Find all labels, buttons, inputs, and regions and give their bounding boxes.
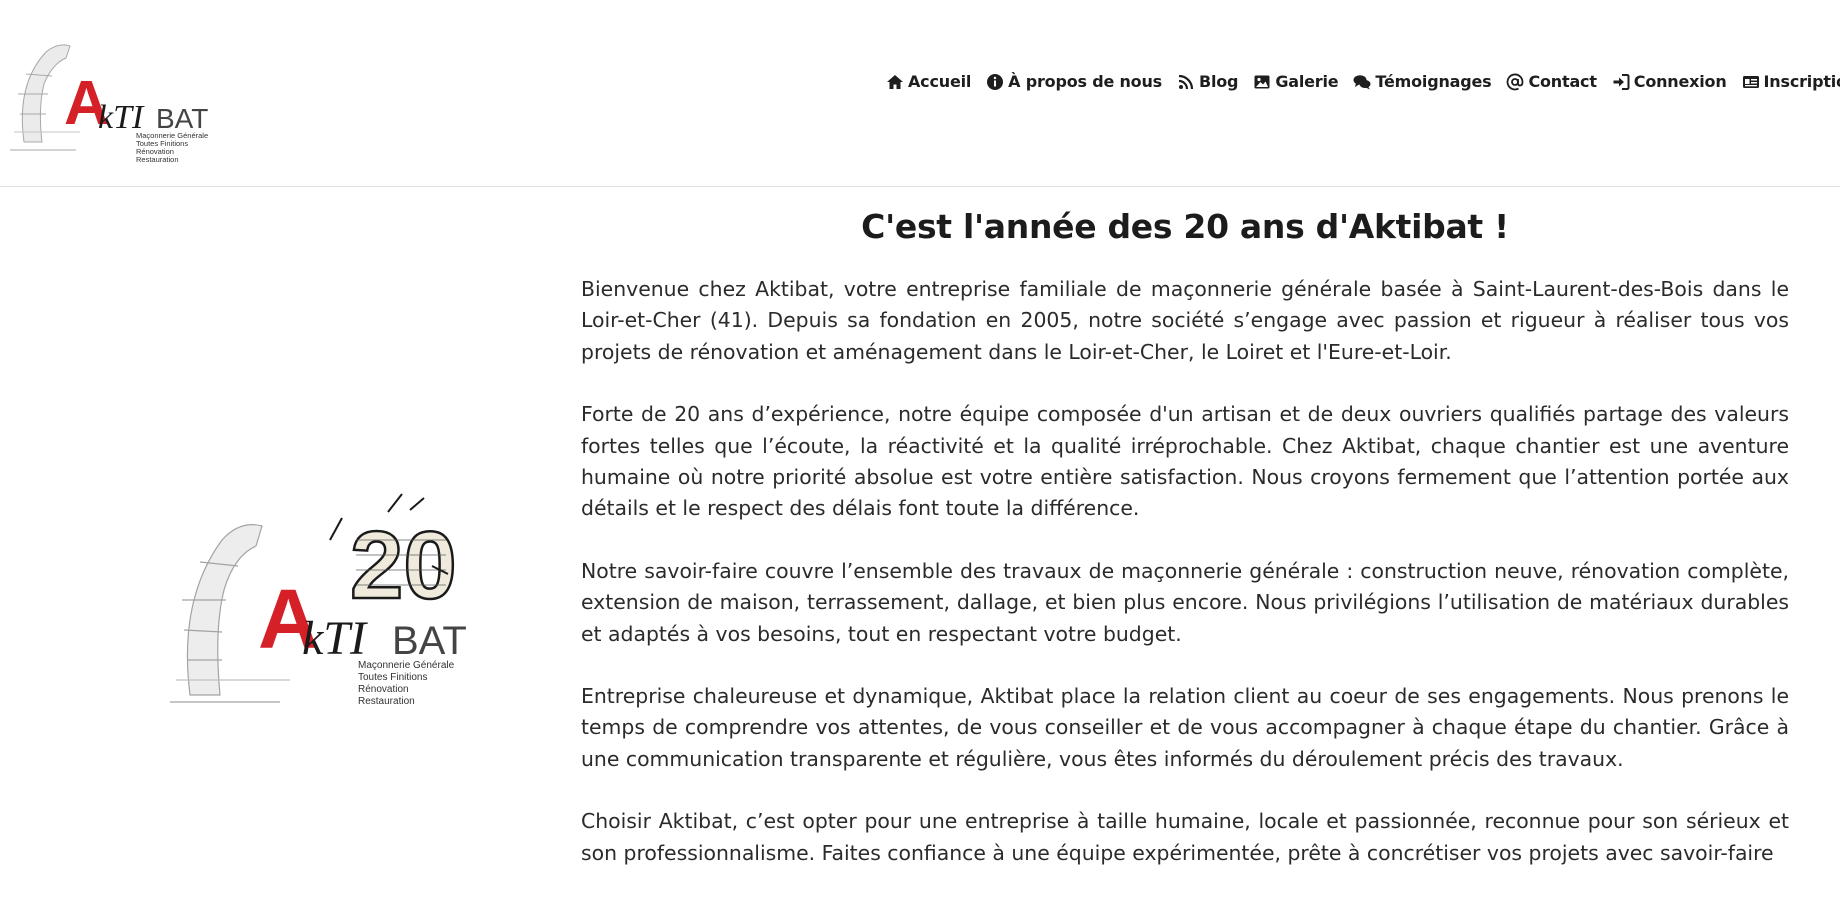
nav-label: Accueil	[908, 72, 972, 91]
svg-text:Rénovation: Rénovation	[358, 684, 409, 695]
nav-label: Connexion	[1633, 72, 1727, 91]
experience-paragraph: Forte de 20 ans d’expérience, notre équi…	[581, 402, 1789, 521]
aktibat-logo[interactable]: A kTI BAT Maçonnerie Générale Toutes Fin…	[6, 24, 216, 164]
comments-icon	[1353, 73, 1371, 91]
expertise-paragraph: Notre savoir-faire couvre l’ensemble des…	[581, 558, 1789, 646]
nav-item-blog[interactable]: Blog	[1177, 72, 1239, 91]
main-navigation: Accueil À propos de nous Blog Galerie Té…	[886, 72, 1840, 91]
nav-item-accueil[interactable]: Accueil	[886, 72, 971, 91]
rss-icon	[1177, 73, 1195, 91]
site-header: A kTI BAT Maçonnerie Générale Toutes Fin…	[0, 0, 1840, 187]
at-icon	[1506, 73, 1524, 91]
sign-in-icon	[1612, 73, 1630, 91]
nav-label: Inscription	[1763, 72, 1840, 91]
nav-label: Galerie	[1275, 72, 1339, 91]
image-icon	[1253, 73, 1271, 91]
nav-label: À propos de nous	[1008, 72, 1162, 91]
svg-text:Toutes Finitions: Toutes Finitions	[358, 672, 427, 683]
svg-text:Restauration: Restauration	[358, 696, 415, 707]
svg-text:BAT: BAT	[156, 103, 208, 134]
choisir-aktibat-paragraph: Choisir Aktibat, c’est opter pour une en…	[581, 809, 1789, 865]
svg-text:20: 20	[350, 512, 457, 619]
nav-item-galerie[interactable]: Galerie	[1253, 72, 1339, 91]
intro-paragraph: Bienvenue chez Aktibat, votre entreprise…	[581, 277, 1789, 364]
svg-text:kTI: kTI	[302, 612, 368, 665]
svg-text:Restauration: Restauration	[136, 155, 179, 164]
svg-text:Maçonnerie Générale: Maçonnerie Générale	[358, 660, 455, 671]
nav-label: Témoignages	[1375, 72, 1492, 91]
nav-item-a-propos[interactable]: À propos de nous	[986, 72, 1162, 91]
main-content: C'est l'année des 20 ans d'Aktibat ! Bie…	[581, 207, 1789, 900]
relation-client-paragraph: Entreprise chaleureuse et dynamique, Akt…	[581, 684, 1789, 771]
nav-label: Blog	[1198, 72, 1239, 91]
nav-item-connexion[interactable]: Connexion	[1612, 72, 1727, 91]
page-title: C'est l'année des 20 ans d'Aktibat !	[861, 207, 1509, 246]
nav-label: Contact	[1528, 72, 1597, 91]
nav-item-temoignages[interactable]: Témoignages	[1353, 72, 1492, 91]
svg-text:BAT: BAT	[392, 619, 467, 663]
id-card-icon	[1742, 73, 1760, 91]
nav-item-inscription[interactable]: Inscription	[1742, 72, 1840, 91]
aktibat-20-ans-logo: 20 A kTI BAT Maçonnerie Générale Toutes …	[170, 493, 467, 707]
nav-item-contact[interactable]: Contact	[1506, 72, 1597, 91]
info-circle-icon	[986, 73, 1004, 91]
home-icon	[886, 73, 904, 91]
